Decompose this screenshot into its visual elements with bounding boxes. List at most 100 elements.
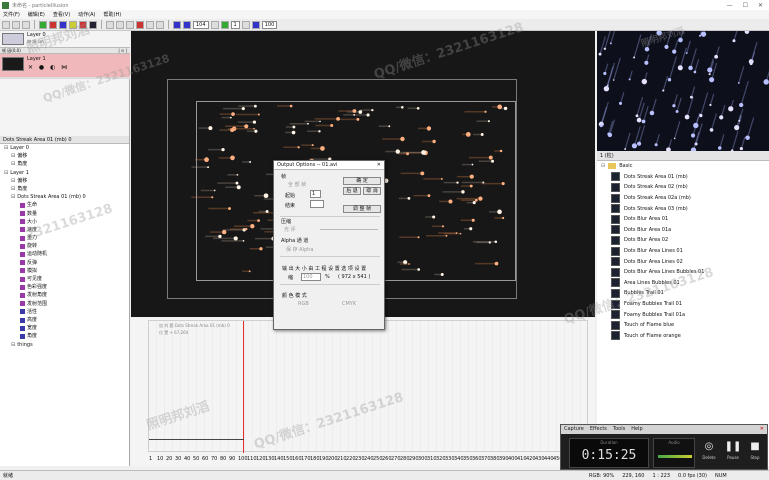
tree-item[interactable]: ⊟ Dots Streak Area 01 (mb) 0 xyxy=(0,193,129,201)
tree-item[interactable]: ⊟ 角度 xyxy=(0,160,129,168)
keep-alpha-checkbox[interactable]: 保 存 Alpha xyxy=(286,246,313,253)
tree-item[interactable]: 数量 xyxy=(0,210,129,218)
start-frame-input[interactable]: 1 xyxy=(310,190,321,198)
zoom-out-icon[interactable] xyxy=(116,20,124,29)
tree-item[interactable]: 重力 xyxy=(0,234,129,242)
blocker-icon[interactable] xyxy=(59,20,67,29)
library-folder[interactable]: ⊟ Basic xyxy=(597,161,769,172)
forward-icon[interactable] xyxy=(183,20,191,29)
pause-button[interactable]: ❚❚ Pause xyxy=(723,439,743,467)
library-item[interactable]: Bubbles Trail 01 xyxy=(597,288,769,299)
menu-view[interactable]: 查看(V) xyxy=(53,11,70,18)
library-item[interactable]: Foamy Bubbles Trail 01a xyxy=(597,309,769,320)
dialog-close-icon[interactable]: ✕ xyxy=(377,161,384,169)
emitter-icon[interactable] xyxy=(39,20,47,29)
capture-close-icon[interactable]: ✕ xyxy=(760,425,767,434)
capture-menu-tools[interactable]: Tools xyxy=(613,425,625,434)
library-item[interactable]: Dots Streak Area 02 (mb) xyxy=(597,182,769,193)
maximize-icon[interactable]: ☐ xyxy=(743,2,748,9)
ok-button[interactable]: 确 定 xyxy=(343,177,381,185)
fps-input[interactable]: 100 xyxy=(261,20,278,29)
play-icon[interactable] xyxy=(146,20,154,29)
tree-item[interactable]: 模拟 xyxy=(0,267,129,275)
menu-action[interactable]: 动作(A) xyxy=(78,11,95,18)
rewind-icon[interactable] xyxy=(173,20,181,29)
refresh-icon[interactable] xyxy=(251,20,260,29)
tree-item[interactable]: 宽度 xyxy=(0,324,129,332)
playhead[interactable] xyxy=(242,321,244,453)
tree-item[interactable]: 可见度 xyxy=(0,275,129,283)
pan-icon[interactable] xyxy=(126,20,134,29)
step-input[interactable]: 1 xyxy=(230,20,240,29)
close-icon[interactable]: ✕ xyxy=(758,2,763,9)
menu-edit[interactable]: 编辑(E) xyxy=(28,11,45,18)
tree-item[interactable]: ⊟ things xyxy=(0,341,129,349)
tree-item[interactable]: ⊟ 角度 xyxy=(0,185,129,193)
layer-1-flags[interactable]: ✕ ● ◐ ⋈ xyxy=(28,64,69,71)
force-icon[interactable] xyxy=(69,20,77,29)
deflector-icon[interactable] xyxy=(49,20,57,29)
stop-button[interactable]: ■ Stop xyxy=(745,439,765,467)
adjust-frames-button[interactable]: 调 整 帧 xyxy=(343,205,381,213)
record-icon[interactable] xyxy=(136,20,144,29)
capture-menu-capture[interactable]: Capture xyxy=(564,425,584,434)
library-item[interactable]: Dots Streak Area 03 (mb) xyxy=(597,203,769,214)
library-item[interactable]: Dots Blur Area 02 xyxy=(597,235,769,246)
timeline-graph[interactable]: 加 刘 题 Dots Streak Area 01 (mb) 0 位 置 + 6… xyxy=(148,320,588,453)
tree-item[interactable]: 旋转 xyxy=(0,242,129,250)
next-frame-icon[interactable] xyxy=(241,20,250,29)
tree-item[interactable]: ⊟ 偏移 xyxy=(0,152,129,160)
library-item[interactable]: Dots Blur Area Lines 02 xyxy=(597,256,769,267)
cancel-button[interactable]: 取 消 xyxy=(363,187,381,195)
tree-item[interactable]: 大小 xyxy=(0,218,129,226)
loop-icon[interactable] xyxy=(156,20,164,29)
capture-menu-help[interactable]: Help xyxy=(631,425,642,434)
open-icon[interactable] xyxy=(12,20,20,29)
library-item[interactable]: Touch of Flame blue xyxy=(597,320,769,331)
new-icon[interactable] xyxy=(2,20,10,29)
layer-row-0[interactable]: Layer 0 物 场 Lm. xyxy=(0,31,130,47)
tree-item[interactable]: 角度 xyxy=(0,332,129,340)
tree-item[interactable]: 发射范围 xyxy=(0,300,129,308)
library-item[interactable]: Dots Blur Area Lines 01 xyxy=(597,246,769,257)
zoom-in-icon[interactable] xyxy=(106,20,114,29)
tree-item[interactable]: 高度 xyxy=(0,316,129,324)
tree-item[interactable]: ⊟ Layer 0 xyxy=(0,144,129,152)
library-item[interactable]: Foamy Bubbles Trail 01 xyxy=(597,299,769,310)
frame-input[interactable]: 104 xyxy=(193,20,209,29)
minimize-icon[interactable]: — xyxy=(727,2,733,9)
tree-item[interactable]: 色彩强度 xyxy=(0,283,129,291)
back-button[interactable]: 后 退 xyxy=(343,187,361,195)
library-item[interactable]: Dots Streak Area 02a (mb) xyxy=(597,193,769,204)
tree-item[interactable]: 发射角度 xyxy=(0,291,129,299)
library-item[interactable]: Touch of Flame orange xyxy=(597,331,769,342)
save-icon[interactable] xyxy=(22,20,30,29)
compression-slider[interactable] xyxy=(320,229,378,230)
all-frames-option[interactable]: 全 部 帧 xyxy=(288,181,306,188)
scale-input[interactable]: 100 xyxy=(301,273,321,281)
compression-option[interactable]: 光 评 xyxy=(284,226,296,233)
library-item[interactable]: Dots Streak Area 01 (mb) xyxy=(597,172,769,183)
frame-ruler[interactable]: 1 10 20 30 40 50 60 70 80 90 100 110 120 130 140 150 160… xyxy=(148,456,588,466)
layer-icon[interactable] xyxy=(79,20,87,29)
step-back-icon[interactable] xyxy=(210,20,219,29)
grid-icon[interactable] xyxy=(89,20,97,29)
tree-item[interactable]: 活性 xyxy=(0,308,129,316)
collapse-icon[interactable]: ⊟ xyxy=(601,163,605,169)
library-item[interactable]: Dots Blur Area 01 xyxy=(597,214,769,225)
capture-menu-effects[interactable]: Effects xyxy=(590,425,607,434)
tree-item[interactable]: 反弹 xyxy=(0,259,129,267)
library-item[interactable]: Dots Blur Area Lines Bubbles 01 xyxy=(597,267,769,278)
cmyk-radio[interactable]: CMYK xyxy=(342,301,356,307)
library-item[interactable]: Dots Blur Area 01a xyxy=(597,225,769,236)
tree-item[interactable]: 速度 xyxy=(0,226,129,234)
rgb-radio[interactable]: RGB xyxy=(298,301,309,307)
end-frame-input[interactable] xyxy=(310,200,324,208)
layer-row-selected[interactable]: Layer 1 ✕ ● ◐ ⋈ xyxy=(0,54,130,77)
menu-help[interactable]: 帮助(H) xyxy=(104,11,122,18)
menu-file[interactable]: 文件(F) xyxy=(3,11,20,18)
delete-button[interactable]: ◎ Delete xyxy=(699,439,719,467)
step-icon[interactable] xyxy=(220,20,229,29)
tree-item[interactable]: 运动随机 xyxy=(0,250,129,258)
library-item[interactable]: Area Lines Bubbles 01 xyxy=(597,278,769,289)
